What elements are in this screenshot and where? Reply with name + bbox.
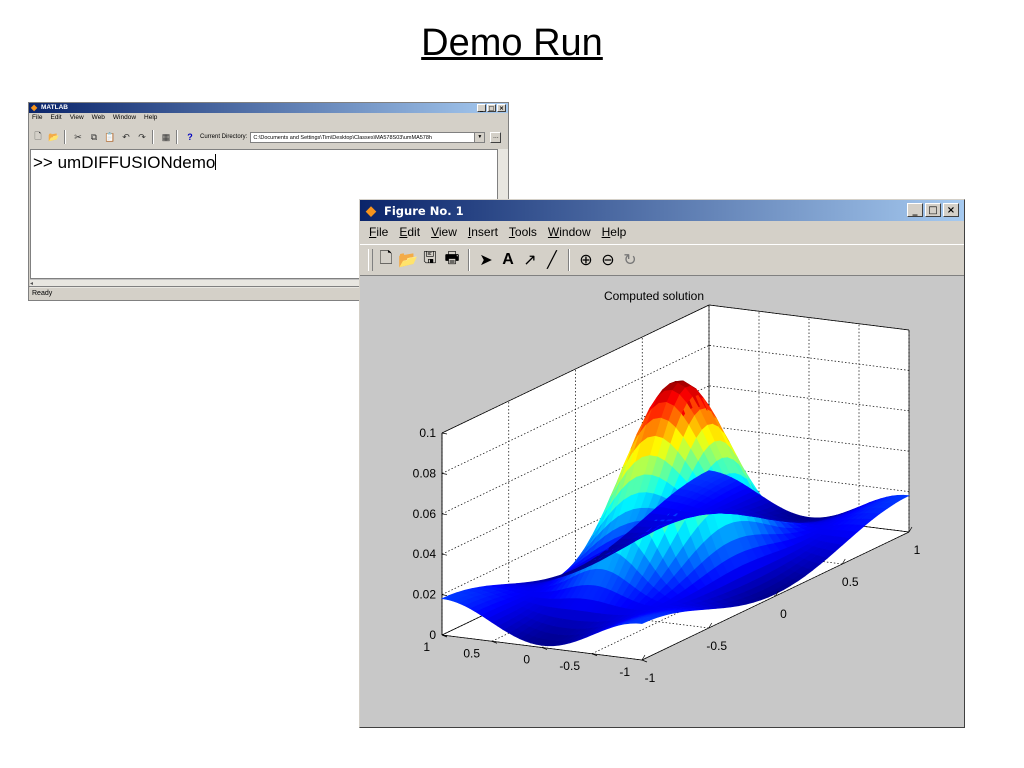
select-arrow-icon[interactable]: ➤ [475, 249, 497, 271]
z-tick-label: 0.06 [413, 507, 437, 521]
x-tick-label: -1 [645, 671, 656, 685]
y-tick [641, 659, 648, 663]
figure-menubar: File Edit View Insert Tools Window Help [360, 223, 964, 242]
chart-title: Computed solution [604, 289, 704, 303]
close-button[interactable]: × [943, 203, 959, 217]
maximize-button[interactable]: □ [487, 104, 496, 112]
figure-titlebar[interactable]: ◆ Figure No. 1 _ □ × [360, 200, 964, 221]
save-icon[interactable]: 🖫 [419, 249, 441, 271]
z-tick-label: 0.1 [419, 426, 436, 440]
figure-window-title: Figure No. 1 [384, 204, 464, 218]
x-tick-label: 0 [780, 607, 787, 621]
menu-window[interactable]: Window [548, 223, 591, 242]
z-tick-label: 0.08 [413, 466, 437, 480]
z-tick-label: 0.04 [413, 547, 437, 561]
undo-icon[interactable]: ↶ [119, 130, 133, 144]
close-button[interactable]: × [497, 104, 506, 112]
matlab-toolbar: 🗋 📂 ✂ ⧉ 📋 ↶ ↷ ▦ ? Current Directory: C:\… [29, 126, 508, 148]
z-tick-label: 0.02 [413, 588, 437, 602]
current-directory-combo[interactable]: C:\Documents and Settings\Tim\Desktop\Cl… [250, 131, 486, 143]
browse-directory-button[interactable]: … [490, 131, 502, 143]
minimize-button[interactable]: _ [477, 104, 486, 112]
new-figure-icon[interactable]: 🗋 [375, 249, 397, 271]
menu-tools[interactable]: Tools [509, 223, 537, 242]
menu-web[interactable]: Web [92, 114, 105, 124]
current-directory-value: C:\Documents and Settings\Tim\Desktop\Cl… [253, 134, 432, 141]
menu-insert[interactable]: Insert [468, 223, 498, 242]
matlab-window-title: MATLAB [41, 104, 68, 111]
zoom-in-icon[interactable]: ⊕ [575, 249, 597, 271]
menu-edit[interactable]: Edit [50, 114, 61, 124]
y-tick-label: 0.5 [463, 646, 480, 660]
matlab-logo-icon: ◆ [31, 103, 38, 112]
menu-file[interactable]: File [32, 114, 42, 124]
menu-help[interactable]: Help [144, 114, 157, 124]
open-folder-icon[interactable]: 📂 [47, 130, 61, 144]
menu-view[interactable]: View [431, 223, 457, 242]
y-tick-label: 0 [523, 653, 530, 667]
simulink-icon[interactable]: ▦ [159, 130, 173, 144]
paste-icon[interactable]: 📋 [103, 130, 117, 144]
y-tick-label: -0.5 [559, 659, 580, 673]
matlab-logo-icon: ◆ [366, 203, 376, 218]
figure-window[interactable]: ◆ Figure No. 1 _ □ × File Edit View Inse… [359, 199, 965, 728]
new-file-icon[interactable]: 🗋 [31, 130, 45, 144]
insert-arrow-icon[interactable]: ↗ [519, 249, 541, 271]
print-icon[interactable]: 🖶 [441, 249, 463, 271]
menu-edit[interactable]: Edit [399, 223, 420, 242]
redo-icon[interactable]: ↷ [135, 130, 149, 144]
x-tick [908, 526, 913, 533]
y-tick-label: -1 [619, 665, 630, 679]
y-tick-label: 1 [423, 640, 430, 654]
toolbar-separator [64, 130, 66, 144]
zoom-out-icon[interactable]: ⊖ [597, 249, 619, 271]
toolbar-grip[interactable] [368, 249, 373, 271]
slide-title: Demo Run [421, 22, 603, 64]
open-folder-icon[interactable]: 📂 [397, 249, 419, 271]
help-icon[interactable]: ? [183, 130, 197, 144]
minimize-button[interactable]: _ [907, 203, 923, 217]
toolbar-separator [176, 130, 178, 144]
cut-icon[interactable]: ✂ [71, 130, 85, 144]
current-directory-label: Current Directory: [200, 134, 248, 140]
x-tick-label: -0.5 [706, 639, 727, 653]
text-caret [215, 154, 217, 170]
menu-file[interactable]: File [369, 223, 388, 242]
plot-area[interactable]: 0 0.02 0.04 0.06 0.08 0.1 -1 -0.5 0 0.5 1 -1 -0.5 0 0.… [360, 276, 964, 727]
surface-plot[interactable]: 0 0.02 0.04 0.06 0.08 0.1 -1 -0.5 0 0.5 1 -1 -0.5 0 0.… [360, 276, 964, 727]
menu-window[interactable]: Window [113, 114, 136, 124]
copy-icon[interactable]: ⧉ [87, 130, 101, 144]
maximize-button[interactable]: □ [925, 203, 941, 217]
figure-toolbar: 🗋 📂 🖫 🖶 ➤ A ↗ ╱ ⊕ ⊖ ↻ [360, 244, 964, 276]
command-line: >> umDIFFUSIONdemo [33, 153, 216, 172]
menu-view[interactable]: View [70, 114, 84, 124]
matlab-titlebar[interactable]: ◆ MATLAB _ □ × [29, 103, 508, 113]
toolbar-separator [568, 249, 570, 271]
chevron-down-icon[interactable]: ▼ [474, 132, 485, 142]
insert-line-icon[interactable]: ╱ [541, 249, 563, 271]
z-tick-label: 0 [429, 628, 436, 642]
matlab-menubar: File Edit View Web Window Help [29, 114, 508, 124]
rotate-3d-icon[interactable]: ↻ [619, 249, 641, 271]
x-tick-label: 1 [914, 543, 921, 557]
menu-help[interactable]: Help [602, 223, 627, 242]
toolbar-separator [152, 130, 154, 144]
toolbar-separator [468, 249, 470, 271]
x-tick-label: 0.5 [842, 575, 859, 589]
insert-text-icon[interactable]: A [497, 249, 519, 271]
